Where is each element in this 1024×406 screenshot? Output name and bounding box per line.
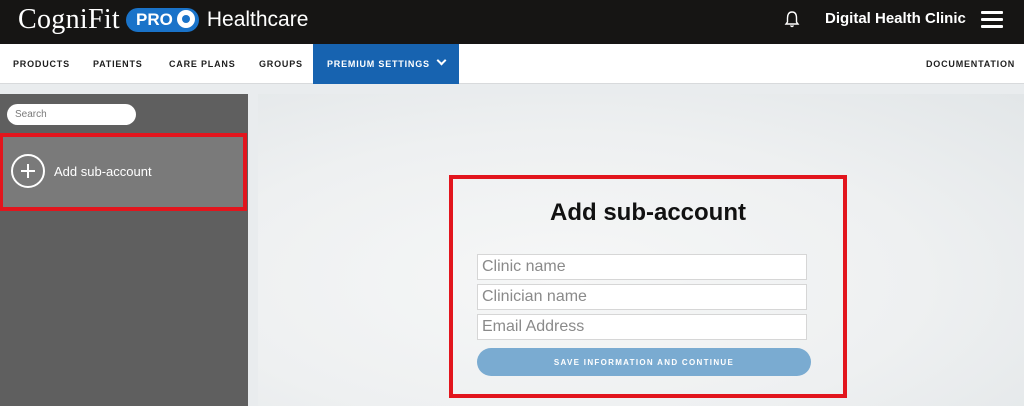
search-input[interactable] xyxy=(7,104,136,125)
brand-logo[interactable]: CogniFit PRO Healthcare xyxy=(18,3,308,37)
add-sub-account-label: Add sub-account xyxy=(54,164,152,179)
bell-icon[interactable] xyxy=(784,10,800,28)
product-name: Healthcare xyxy=(206,8,309,31)
add-sub-account-form: Add sub-account SAVE INFORMATION AND CON… xyxy=(449,175,847,398)
location-pin-icon xyxy=(176,10,195,28)
nav-patients[interactable]: PATIENTS xyxy=(93,44,143,84)
nav-products[interactable]: PRODUCTS xyxy=(13,44,70,84)
clinician-name-field[interactable] xyxy=(477,284,807,310)
clinic-name[interactable]: Digital Health Clinic xyxy=(825,10,966,27)
nav-care-plans[interactable]: CARE PLANS xyxy=(169,44,236,84)
main-nav: PRODUCTS PATIENTS CARE PLANS GROUPS PREM… xyxy=(0,44,1024,106)
top-bar: CogniFit PRO Healthcare Digital Health C… xyxy=(0,0,1024,44)
form-title: Add sub-account xyxy=(550,199,746,226)
pro-badge: PRO xyxy=(126,8,199,32)
save-information-button[interactable]: SAVE INFORMATION AND CONTINUE xyxy=(477,348,811,376)
brand-name: CogniFit xyxy=(18,4,120,35)
add-sub-account-item[interactable]: Add sub-account xyxy=(0,133,247,211)
nav-premium-settings[interactable]: PREMIUM SETTINGS xyxy=(313,44,459,84)
plus-circle-icon xyxy=(11,154,45,188)
pro-badge-label: PRO xyxy=(136,10,173,29)
nav-premium-settings-label: PREMIUM SETTINGS xyxy=(327,59,430,69)
nav-groups[interactable]: GROUPS xyxy=(259,44,303,84)
nav-documentation-label: DOCUMENTATION xyxy=(926,59,1016,69)
chevron-down-icon xyxy=(436,55,447,66)
sidebar: Add sub-account xyxy=(0,94,248,406)
email-field[interactable] xyxy=(477,314,807,340)
hamburger-menu-icon[interactable] xyxy=(981,11,1003,29)
clinic-name-field[interactable] xyxy=(477,254,807,280)
nav-documentation[interactable]: DOCUMENTATION xyxy=(926,44,1024,106)
